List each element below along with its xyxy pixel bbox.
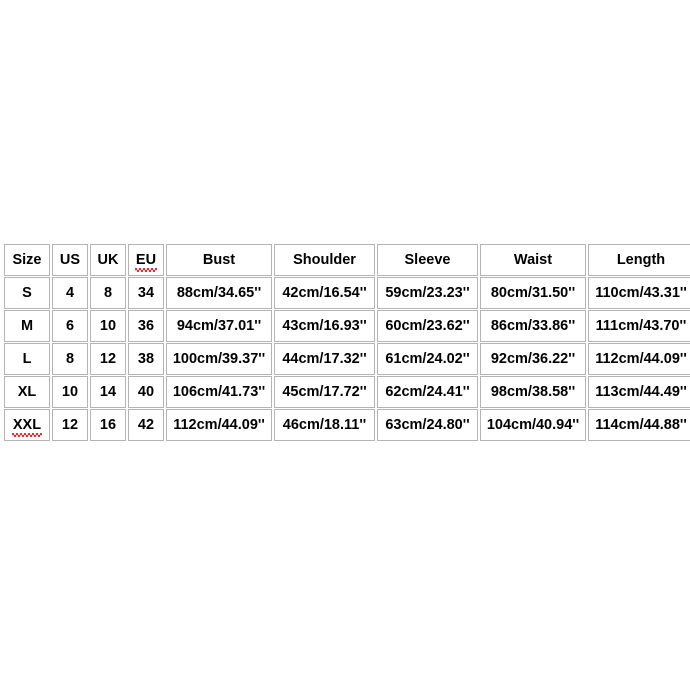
table-row: XL 10 14 40 106cm/41.73'' 45cm/17.72'' 6…	[4, 376, 690, 408]
cell-us: 10	[52, 376, 88, 408]
cell-sleeve: 61cm/24.02''	[377, 343, 478, 375]
size-chart-table: Size US UK EU Bust Shoulder Sleeve Waist…	[2, 243, 690, 442]
cell-bust: 100cm/39.37''	[166, 343, 272, 375]
cell-length: 111cm/43.70''	[588, 310, 690, 342]
cell-us: 8	[52, 343, 88, 375]
cell-us: 6	[52, 310, 88, 342]
cell-length: 112cm/44.09''	[588, 343, 690, 375]
column-header-shoulder: Shoulder	[274, 244, 375, 276]
column-header-bust: Bust	[166, 244, 272, 276]
cell-sleeve: 62cm/24.41''	[377, 376, 478, 408]
cell-waist: 80cm/31.50''	[480, 277, 586, 309]
column-header-sleeve: Sleeve	[377, 244, 478, 276]
cell-size: S	[4, 277, 50, 309]
cell-waist: 98cm/38.58''	[480, 376, 586, 408]
cell-uk: 8	[90, 277, 126, 309]
column-header-eu: EU	[128, 244, 164, 276]
cell-eu: 34	[128, 277, 164, 309]
cell-sleeve: 59cm/23.23''	[377, 277, 478, 309]
table-header-row: Size US UK EU Bust Shoulder Sleeve Waist…	[4, 244, 690, 276]
cell-bust: 88cm/34.65''	[166, 277, 272, 309]
cell-shoulder: 46cm/18.11''	[274, 409, 375, 441]
cell-bust: 112cm/44.09''	[166, 409, 272, 441]
cell-uk: 12	[90, 343, 126, 375]
cell-shoulder: 45cm/17.72''	[274, 376, 375, 408]
cell-size: XL	[4, 376, 50, 408]
cell-size: L	[4, 343, 50, 375]
cell-length: 114cm/44.88''	[588, 409, 690, 441]
page-root: Size US UK EU Bust Shoulder Sleeve Waist…	[0, 0, 690, 690]
cell-us: 4	[52, 277, 88, 309]
cell-sleeve: 63cm/24.80''	[377, 409, 478, 441]
cell-size: M	[4, 310, 50, 342]
cell-waist: 86cm/33.86''	[480, 310, 586, 342]
cell-uk: 10	[90, 310, 126, 342]
table-row: M 6 10 36 94cm/37.01'' 43cm/16.93'' 60cm…	[4, 310, 690, 342]
cell-size: XXL	[4, 409, 50, 441]
table-row: XXL 12 16 42 112cm/44.09'' 46cm/18.11'' …	[4, 409, 690, 441]
cell-eu: 42	[128, 409, 164, 441]
cell-shoulder: 43cm/16.93''	[274, 310, 375, 342]
column-header-us: US	[52, 244, 88, 276]
size-chart-container: Size US UK EU Bust Shoulder Sleeve Waist…	[0, 243, 690, 442]
cell-uk: 16	[90, 409, 126, 441]
column-header-waist: Waist	[480, 244, 586, 276]
cell-sleeve: 60cm/23.62''	[377, 310, 478, 342]
spellcheck-underline-eu: EU	[134, 251, 158, 272]
table-row: L 8 12 38 100cm/39.37'' 44cm/17.32'' 61c…	[4, 343, 690, 375]
cell-uk: 14	[90, 376, 126, 408]
cell-eu: 40	[128, 376, 164, 408]
column-header-size: Size	[4, 244, 50, 276]
column-header-uk: UK	[90, 244, 126, 276]
spellcheck-underline-xxl: XXL	[11, 416, 43, 437]
table-row: S 4 8 34 88cm/34.65'' 42cm/16.54'' 59cm/…	[4, 277, 690, 309]
cell-waist: 92cm/36.22''	[480, 343, 586, 375]
cell-length: 110cm/43.31''	[588, 277, 690, 309]
cell-length: 113cm/44.49''	[588, 376, 690, 408]
cell-bust: 106cm/41.73''	[166, 376, 272, 408]
cell-bust: 94cm/37.01''	[166, 310, 272, 342]
cell-shoulder: 42cm/16.54''	[274, 277, 375, 309]
cell-waist: 104cm/40.94''	[480, 409, 586, 441]
cell-shoulder: 44cm/17.32''	[274, 343, 375, 375]
column-header-length: Length	[588, 244, 690, 276]
cell-eu: 36	[128, 310, 164, 342]
cell-us: 12	[52, 409, 88, 441]
cell-eu: 38	[128, 343, 164, 375]
